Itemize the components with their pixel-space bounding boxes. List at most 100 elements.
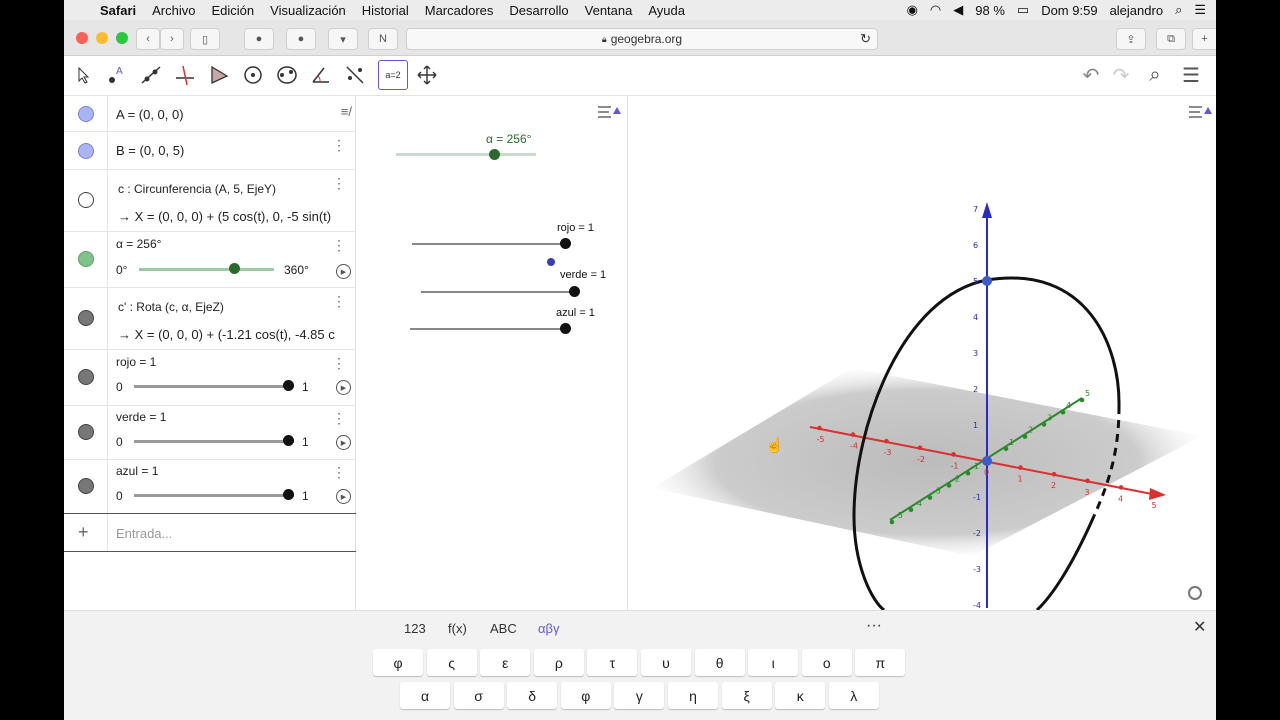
slider-track-azul[interactable] — [410, 328, 564, 330]
visibility-toggle-c[interactable] — [78, 192, 94, 208]
slider-track-rojo[interactable] — [134, 385, 294, 388]
close-window-button[interactable] — [76, 32, 88, 44]
key-row1-3[interactable]: ρ — [533, 649, 584, 676]
play-icon[interactable]: ▶ — [336, 489, 351, 504]
menu-edicion[interactable]: Edición — [204, 3, 263, 18]
key-row1-1[interactable]: ς — [426, 649, 477, 676]
zoom-window-button[interactable] — [116, 32, 128, 44]
slider-handle-azul[interactable] — [560, 323, 571, 334]
angle-tool-icon[interactable] — [306, 60, 336, 90]
algebra-text-alpha[interactable]: α = 256° — [116, 237, 161, 251]
key-row2-2[interactable]: δ — [507, 682, 558, 709]
hamburger-menu-icon[interactable]: ☰ — [1176, 60, 1206, 90]
input-placeholder[interactable]: Entrada... — [116, 526, 172, 541]
slider-handle-verde[interactable] — [569, 286, 580, 297]
algebra-menu-icon[interactable]: ≡/ — [341, 104, 352, 119]
slider-handle-alpha[interactable] — [229, 263, 240, 274]
standard-view-icon[interactable] — [1188, 586, 1202, 600]
algebra-definition-c[interactable]: c : Circunferencia (A, 5, EjeY) — [118, 182, 276, 196]
sidebar-icon[interactable]: ▯ — [190, 28, 220, 50]
slider-handle-verde[interactable] — [283, 435, 294, 446]
point-b[interactable] — [982, 276, 992, 286]
more-options-icon[interactable]: ⋮ — [332, 176, 346, 190]
share-icon[interactable]: ⇪ — [1116, 28, 1146, 50]
list-icon[interactable]: ☰ — [1194, 2, 1206, 18]
line-tool-icon[interactable] — [136, 60, 166, 90]
key-row1-0[interactable]: φ — [373, 649, 423, 676]
algebra-text-b[interactable]: B = (0, 0, 5) — [116, 143, 184, 158]
keyboard-tab-numbers[interactable]: 123 — [404, 621, 426, 636]
menu-marcadores[interactable]: Marcadores — [417, 3, 502, 18]
play-icon[interactable]: ▶ — [336, 435, 351, 450]
pocket-icon[interactable]: ▾ — [328, 28, 358, 50]
algebra-input-row[interactable]: + Entrada... — [64, 514, 356, 552]
spotlight-icon[interactable]: ⌕ — [1175, 2, 1182, 18]
more-options-icon[interactable]: ⋮ — [332, 465, 346, 479]
play-icon[interactable]: ▶ — [336, 380, 351, 395]
style-bar-toggle-icon[interactable] — [597, 104, 621, 125]
color-point[interactable] — [547, 258, 555, 266]
search-icon[interactable]: ⌕ — [1140, 60, 1170, 90]
adblock-icon[interactable]: ● — [244, 28, 274, 50]
undo-icon[interactable]: ↶ — [1076, 60, 1106, 90]
perpendicular-tool-icon[interactable] — [170, 60, 200, 90]
keyboard-tab-greek[interactable]: αβγ — [538, 621, 560, 636]
menu-visualizacion[interactable]: Visualización — [262, 3, 354, 18]
key-row1-4[interactable]: τ — [587, 649, 638, 676]
reload-icon[interactable]: ↻ — [860, 31, 871, 47]
menu-app-name[interactable]: Safari — [92, 3, 144, 18]
more-options-icon[interactable]: ⋮ — [332, 411, 346, 425]
key-row2-4[interactable]: γ — [614, 682, 665, 709]
pinterest-icon[interactable]: ● — [286, 28, 316, 50]
move-tool-icon[interactable] — [68, 60, 98, 90]
algebra-row-c-prime[interactable]: c' : Rota (c, α, EjeZ) → X = (0, 0, 0) +… — [64, 288, 356, 350]
reflect-tool-icon[interactable] — [340, 60, 370, 90]
key-row1-9[interactable]: π — [855, 649, 906, 676]
slider-track-rojo[interactable] — [412, 243, 566, 245]
address-bar[interactable]: 🔒︎ geogebra.org ↻ — [406, 28, 878, 50]
slider-track-alpha[interactable] — [396, 153, 536, 156]
keyboard-more-icon[interactable]: ··· — [866, 617, 882, 635]
graphics-view-3d[interactable]: 7 6 5 4 3 2 1 -1 -2 -3 -4 -5 -4 -3 -2 -1 0 1 2 3 4 5 -5 -4 -3 -2 -… — [632, 96, 1216, 610]
slider-handle-azul[interactable] — [283, 489, 294, 500]
volume-icon[interactable]: ◀ — [953, 2, 963, 18]
algebra-row-verde[interactable]: verde = 1 0 1 ⋮ ▶ — [64, 406, 356, 460]
add-icon[interactable]: + — [78, 522, 89, 543]
visibility-toggle-alpha[interactable] — [78, 251, 94, 267]
algebra-row-azul[interactable]: azul = 1 0 1 ⋮ ▶ — [64, 460, 356, 514]
menu-historial[interactable]: Historial — [354, 3, 417, 18]
visibility-toggle-verde[interactable] — [78, 424, 94, 440]
redo-icon[interactable]: ↷ — [1106, 60, 1136, 90]
visibility-toggle-rojo[interactable] — [78, 369, 94, 385]
graphics-view-2[interactable]: α = 256° rojo = 1 verde = 1 azul = 1 — [360, 96, 628, 610]
menu-desarrollo[interactable]: Desarrollo — [501, 3, 576, 18]
slider-track-verde[interactable] — [134, 440, 294, 443]
onenote-icon[interactable]: N — [368, 28, 398, 50]
key-row1-7[interactable]: ι — [748, 649, 799, 676]
visibility-toggle-c-prime[interactable] — [78, 310, 94, 326]
algebra-text-azul[interactable]: azul = 1 — [116, 464, 158, 478]
point-a[interactable] — [982, 456, 992, 466]
battery-percent[interactable]: 98 % — [975, 3, 1005, 18]
keyboard-close-icon[interactable]: ✕ — [1193, 617, 1206, 637]
key-row2-6[interactable]: ξ — [721, 682, 772, 709]
key-row2-5[interactable]: η — [668, 682, 718, 709]
tabs-icon[interactable]: ⧉ — [1156, 28, 1186, 50]
clock[interactable]: Dom 9:59 — [1041, 3, 1097, 18]
conic-tool-icon[interactable] — [272, 60, 302, 90]
key-row2-3[interactable]: φ — [560, 682, 611, 709]
key-row2-8[interactable]: λ — [828, 682, 879, 709]
slider-tool-icon[interactable]: a=2 — [378, 60, 408, 90]
algebra-row-alpha[interactable]: α = 256° 0° 360° ⋮ ▶ — [64, 232, 356, 288]
scene-3d[interactable]: 7 6 5 4 3 2 1 -1 -2 -3 -4 -5 -4 -3 -2 -1 0 1 2 3 4 5 -5 -4 -3 -2 -… — [632, 96, 1216, 610]
point-tool-icon[interactable]: A — [102, 60, 132, 90]
key-row1-6[interactable]: θ — [694, 649, 745, 676]
key-row1-2[interactable]: ε — [480, 649, 531, 676]
forward-button[interactable]: › — [160, 28, 184, 50]
key-row2-1[interactable]: σ — [453, 682, 504, 709]
slider-track-azul[interactable] — [134, 494, 294, 497]
more-options-icon[interactable]: ⋮ — [332, 294, 346, 308]
user-name[interactable]: alejandro — [1110, 3, 1164, 18]
menu-ventana[interactable]: Ventana — [577, 3, 641, 18]
key-row2-7[interactable]: κ — [775, 682, 826, 709]
